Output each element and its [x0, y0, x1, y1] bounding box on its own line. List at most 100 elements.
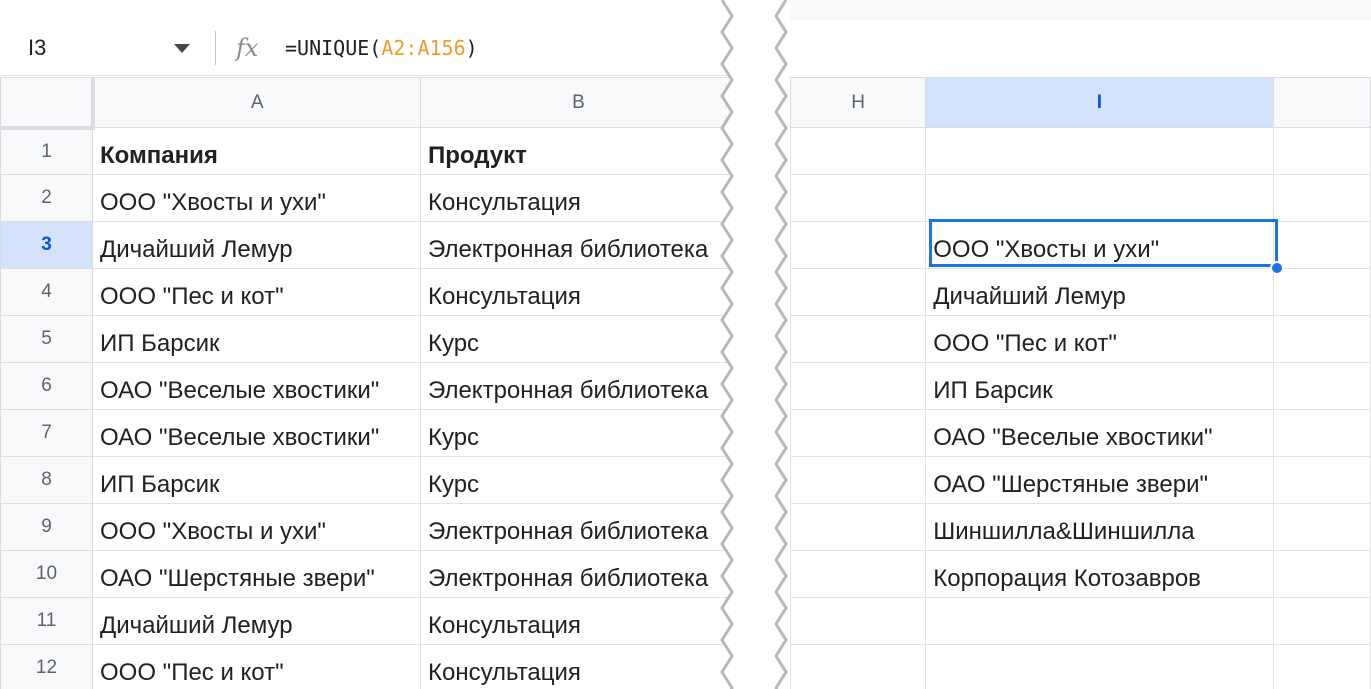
column-header-b[interactable]: B — [420, 77, 737, 128]
cell-a[interactable]: ОАО "Веселые хвостики" — [92, 362, 421, 410]
table-row: ОАО "Шерстяные звери" — [789, 456, 1371, 504]
cell-b[interactable]: Электронная библиотека — [420, 362, 737, 410]
cell-a[interactable]: ИП Барсик — [92, 456, 421, 504]
name-box[interactable]: I3 — [28, 20, 46, 76]
cell-a[interactable]: ИП Барсик — [92, 315, 421, 363]
table-row — [789, 127, 1371, 175]
fx-icon: fx — [236, 34, 259, 62]
cell-i[interactable]: ООО "Хвосты и ухи" — [925, 221, 1274, 269]
row-header[interactable]: 9 — [0, 503, 93, 551]
cell-i[interactable]: Дичайший Лемур — [925, 268, 1274, 316]
cell-i[interactable]: Шиншилла&Шиншилла — [925, 503, 1274, 551]
cell-b[interactable]: Курс — [420, 456, 737, 504]
column-header-a[interactable]: A — [92, 77, 421, 128]
row-header[interactable]: 2 — [0, 174, 93, 222]
column-header-i[interactable]: I — [925, 77, 1274, 128]
row-header[interactable]: 10 — [0, 550, 93, 598]
cell-i[interactable]: ООО "Пес и кот" — [925, 315, 1274, 363]
table-row: 8 ИП Барсик Курс — [0, 456, 737, 504]
cell-h[interactable] — [789, 127, 927, 175]
formula-bar-separator — [215, 31, 216, 65]
cell-b[interactable]: Консультация — [420, 597, 737, 645]
cell-h[interactable] — [789, 315, 927, 363]
row-header[interactable]: 7 — [0, 409, 93, 457]
cell-h[interactable] — [789, 503, 927, 551]
cell-h[interactable] — [789, 456, 927, 504]
cell-j[interactable] — [1272, 362, 1371, 410]
cell-a[interactable]: Компания — [92, 127, 421, 175]
cell-i[interactable]: ИП Барсик — [925, 362, 1274, 410]
row-header[interactable]: 6 — [0, 362, 93, 410]
cell-j[interactable] — [1272, 315, 1371, 363]
cell-h[interactable] — [789, 221, 927, 269]
cell-h[interactable] — [789, 597, 927, 645]
cell-b[interactable]: Консультация — [420, 644, 737, 689]
cell-i[interactable] — [925, 597, 1274, 645]
cell-b[interactable]: Электронная библиотека — [420, 550, 737, 598]
cell-i[interactable] — [925, 127, 1274, 175]
cell-j[interactable] — [1272, 456, 1371, 504]
cell-j[interactable] — [1272, 221, 1371, 269]
cell-b[interactable]: Электронная библиотека — [420, 503, 737, 551]
cell-h[interactable] — [789, 409, 927, 457]
cell-h[interactable] — [789, 550, 927, 598]
table-row: ИП Барсик — [789, 362, 1371, 410]
torn-edge-left — [720, 0, 744, 689]
column-header-j[interactable] — [1272, 77, 1371, 128]
cell-j[interactable] — [1272, 597, 1371, 645]
cell-a[interactable]: ОАО "Веселые хвостики" — [92, 409, 421, 457]
cell-i[interactable]: ОАО "Веселые хвостики" — [925, 409, 1274, 457]
cell-h[interactable] — [789, 644, 927, 689]
cell-a[interactable]: ООО "Пес и кот" — [92, 644, 421, 689]
fill-handle[interactable] — [1270, 261, 1284, 275]
table-row: 9 ООО "Хвосты и ухи" Электронная библиотек… — [0, 503, 737, 551]
cell-j[interactable] — [1272, 409, 1371, 457]
cell-a[interactable]: ОАО "Шерстяные звери" — [92, 550, 421, 598]
table-row: 6 ОАО "Веселые хвостики" Электронная библи… — [0, 362, 737, 410]
table-row — [789, 597, 1371, 645]
cell-i[interactable]: ОАО "Шерстяные звери" — [925, 456, 1274, 504]
table-row: Корпорация Котозавров — [789, 550, 1371, 598]
cell-h[interactable] — [789, 268, 927, 316]
cell-j[interactable] — [1272, 127, 1371, 175]
cell-j[interactable] — [1272, 268, 1371, 316]
cell-j[interactable] — [1272, 550, 1371, 598]
row-header[interactable]: 12 — [0, 644, 93, 689]
cell-h[interactable] — [789, 362, 927, 410]
table-row: ОАО "Веселые хвостики" — [789, 409, 1371, 457]
cell-b[interactable]: Консультация — [420, 174, 737, 222]
cell-b[interactable]: Продукт — [420, 127, 737, 175]
cell-b[interactable]: Курс — [420, 409, 737, 457]
cell-a[interactable]: Дичайший Лемур — [92, 597, 421, 645]
row-header[interactable]: 8 — [0, 456, 93, 504]
row-header[interactable]: 4 — [0, 268, 93, 316]
row-header[interactable]: 11 — [0, 597, 93, 645]
cell-i[interactable]: Корпорация Котозавров — [925, 550, 1274, 598]
row-header[interactable]: 3 — [0, 221, 93, 269]
row-header[interactable]: 1 — [0, 127, 93, 175]
cell-b[interactable]: Консультация — [420, 268, 737, 316]
cell-j[interactable] — [1272, 503, 1371, 551]
cell-a[interactable]: Дичайший Лемур — [92, 221, 421, 269]
table-row: 7 ОАО "Веселые хвостики" Курс — [0, 409, 737, 457]
table-row: 10 ОАО "Шерстяные звери" Электронная библи… — [0, 550, 737, 598]
formula-input[interactable]: =UNIQUE(A2:A156) — [285, 20, 478, 76]
right-sheet-grid: H I ООО "Хвосты и ухи" Дичайший Лемур ООО … — [789, 77, 1371, 689]
cell-a[interactable]: ООО "Хвосты и ухи" — [92, 503, 421, 551]
cell-j[interactable] — [1272, 644, 1371, 689]
cell-i[interactable] — [925, 644, 1274, 689]
cell-a[interactable]: ООО "Пес и кот" — [92, 268, 421, 316]
cell-h[interactable] — [789, 174, 927, 222]
select-all-corner[interactable] — [0, 77, 95, 130]
row-header[interactable]: 5 — [0, 315, 93, 363]
chevron-down-icon[interactable] — [172, 20, 192, 76]
column-header-h[interactable]: H — [789, 77, 927, 128]
cell-i[interactable] — [925, 174, 1274, 222]
top-strip-right — [790, 0, 1371, 20]
cell-b[interactable]: Курс — [420, 315, 737, 363]
table-row: Дичайший Лемур — [789, 268, 1371, 316]
cell-b[interactable]: Электронная библиотека — [420, 221, 737, 269]
formula-prefix: =UNIQUE( — [285, 36, 382, 60]
cell-a[interactable]: ООО "Хвосты и ухи" — [92, 174, 421, 222]
cell-j[interactable] — [1272, 174, 1371, 222]
